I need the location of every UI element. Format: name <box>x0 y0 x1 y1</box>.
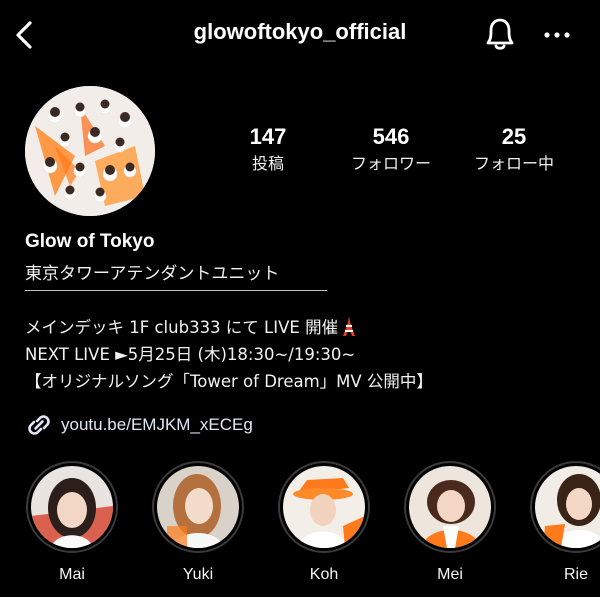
profile-category-link[interactable]: 東京タワーアテンダントユニット <box>25 259 327 291</box>
highlight-yuki[interactable]: Yuki <box>150 461 246 584</box>
highlight-label: Koh <box>309 566 339 583</box>
posts-count: 147 <box>249 124 287 149</box>
profile-avatar[interactable] <box>25 86 155 216</box>
followers-label: フォロワー <box>350 154 431 173</box>
link-text: youtu.be/EMJKM_xECEg <box>61 415 253 434</box>
profile-name: Glow of Tokyo <box>25 231 155 252</box>
profile-link[interactable]: youtu.be/EMJKM_xECEg <box>25 412 253 438</box>
bio-line-3: 【オリジナルソング「Tower of Dream」MV 公開中】 <box>25 372 433 391</box>
highlight-photo <box>535 466 600 548</box>
bell-icon[interactable] <box>482 14 518 54</box>
more-options-icon[interactable] <box>540 20 574 50</box>
highlight-label: Mai <box>59 566 85 583</box>
highlight-label: Yuki <box>182 566 214 583</box>
highlight-label: Rie <box>563 566 588 583</box>
highlight-photo <box>283 466 365 548</box>
link-icon <box>25 413 53 437</box>
stat-followers[interactable]: 546 フォロワー <box>336 124 446 174</box>
bio-line-1: メインデッキ 1F club333 にて LIVE 開催 <box>25 314 433 341</box>
highlight-ring <box>26 461 118 553</box>
top-bar: glowoftokyo_official <box>0 0 600 70</box>
highlight-photo <box>409 466 491 548</box>
following-label: フォロー中 <box>473 154 554 173</box>
highlight-ring <box>152 461 244 553</box>
highlight-photo <box>157 466 239 548</box>
profile-bio: メインデッキ 1F club333 にて LIVE 開催 NEXT LIVE ►… <box>25 314 433 395</box>
stat-following[interactable]: 25 フォロー中 <box>458 124 570 174</box>
highlight-mei[interactable]: Mei <box>402 461 498 584</box>
posts-label: 投稿 <box>251 154 284 173</box>
highlight-rie[interactable]: Rie <box>528 461 600 584</box>
highlight-photo <box>31 466 113 548</box>
highlight-koh[interactable]: Koh <box>276 461 372 584</box>
bio-line-2: NEXT LIVE ►5月25日 (木)18:30~/19:30~ <box>25 345 356 364</box>
stat-posts[interactable]: 147 投稿 <box>230 124 306 174</box>
highlight-mai[interactable]: Mai <box>24 461 120 584</box>
highlight-label: Mei <box>437 566 463 583</box>
following-count: 25 <box>501 124 527 149</box>
highlight-ring <box>530 461 600 553</box>
highlight-ring <box>278 461 370 553</box>
highlight-ring <box>404 461 496 553</box>
tokyo-tower-icon <box>341 316 357 336</box>
followers-count: 546 <box>372 124 410 149</box>
